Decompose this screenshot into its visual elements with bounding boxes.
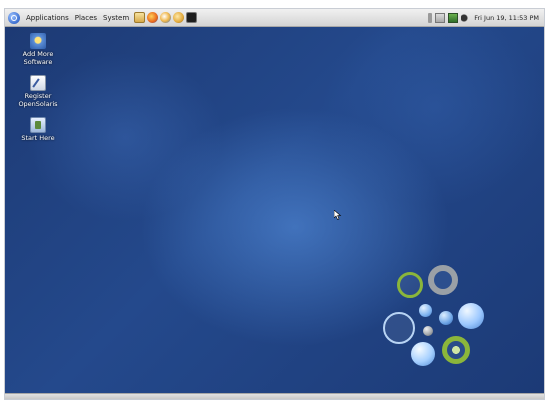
desktop-screen: Add More Software Register OpenSolaris S… [4,8,545,400]
add-software-icon [30,33,46,49]
network-icon[interactable] [435,12,446,23]
small-blue-bubble [419,304,432,317]
panel-clock[interactable]: Fri Jun 19, 11:53 PM [474,14,544,22]
small-blue-bubble [439,311,453,325]
small-gray-bubble [423,326,433,336]
desktop-wallpaper[interactable]: Add More Software Register OpenSolaris S… [5,27,544,395]
file-manager-icon[interactable] [173,12,185,23]
desktop-icon-label: Add More Software [22,50,54,66]
update-icon[interactable] [448,12,459,23]
register-icon [30,75,46,91]
desktop-icon-register-opensolaris[interactable]: Register OpenSolaris [12,75,64,108]
thunderbird-icon[interactable] [160,12,172,23]
green-ring-bubble [442,336,470,364]
menu-applications[interactable]: Applications [23,14,72,22]
home-folder-icon[interactable] [134,12,146,23]
clear-ring-bubble [383,312,415,344]
power-icon[interactable] [428,12,433,23]
terminal-icon[interactable] [186,12,198,23]
desktop-icon-label: Start Here [21,134,55,142]
bottom-panel [5,393,544,399]
desktop-icon-label: Register OpenSolaris [18,92,58,108]
volume-icon[interactable] [461,12,472,23]
desktop-icon-start-here[interactable]: Start Here [12,117,64,143]
mouse-pointer-icon [334,210,342,220]
large-blue-bubble [458,303,484,329]
start-here-icon [30,117,46,133]
medium-blue-bubble [411,342,435,366]
desktop-icon-add-more-software[interactable]: Add More Software [12,33,64,66]
gray-ring-bubble [428,265,458,295]
opensolaris-logo-icon[interactable] [8,11,20,24]
firefox-icon[interactable] [147,12,159,23]
top-panel: Applications Places System Fri Jun 19, 1… [5,9,544,27]
green-ring-bubble [397,272,423,298]
menu-system[interactable]: System [100,14,132,22]
menu-places[interactable]: Places [72,14,100,22]
